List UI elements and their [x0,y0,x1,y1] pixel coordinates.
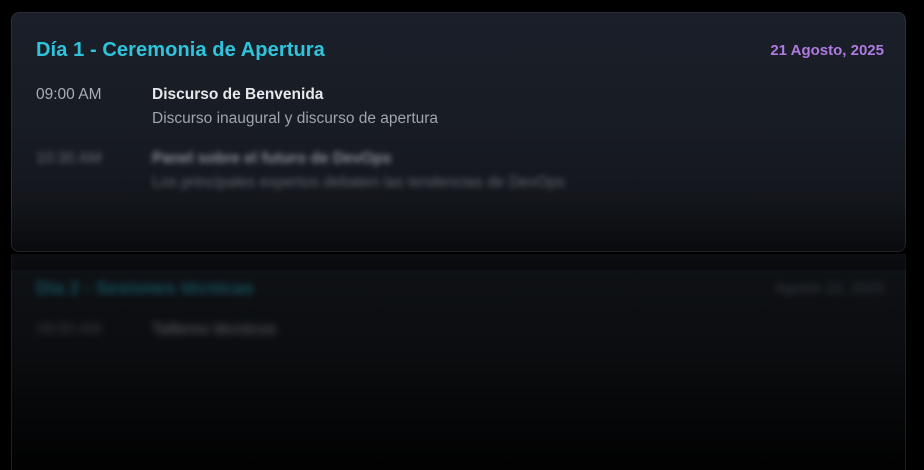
day-date: 21 Agosto, 2025 [770,42,884,59]
session-title: Talleres técnicos [152,321,277,338]
session-description: Discurso inaugural y discurso de apertur… [152,110,439,127]
session-item: 09:00 AM Talleres técnicos [36,320,884,340]
day-title: Día 2 - Sesiones técnicas [36,278,254,298]
schedule-viewport: Día 1 - Ceremonia de Apertura 21 Agosto,… [0,0,924,470]
session-item: 09:00 AM Discurso de Benvenida Discurso … [36,85,884,129]
session-description: Los principales expertos debaten las ten… [152,174,565,191]
session-body: Talleres técnicos [152,320,884,340]
day-date: Agosto 22, 2025 [774,280,884,297]
session-item: 10:30 AM Panel sobre el futuro de DevOps… [36,149,884,193]
session-title: Panel sobre el futuro de DevOps [152,150,392,167]
day-header: Día 2 - Sesiones técnicas Agosto 22, 202… [36,278,884,299]
day-header: Día 1 - Ceremonia de Apertura 21 Agosto,… [36,39,884,62]
session-body: Discurso de Benvenida Discurso inaugural… [152,85,884,129]
session-time: 09:00 AM [36,86,102,103]
session-time: 10:30 AM [36,150,102,167]
session-time: 09:00 AM [36,321,102,338]
day-card-1: Día 1 - Ceremonia de Apertura 21 Agosto,… [11,12,906,252]
day-title: Día 1 - Ceremonia de Apertura [36,39,325,61]
session-body: Panel sobre el futuro de DevOps Los prin… [152,149,884,193]
day-card-2: Día 2 - Sesiones técnicas Agosto 22, 202… [11,254,906,470]
session-title: Discurso de Benvenida [152,86,324,103]
